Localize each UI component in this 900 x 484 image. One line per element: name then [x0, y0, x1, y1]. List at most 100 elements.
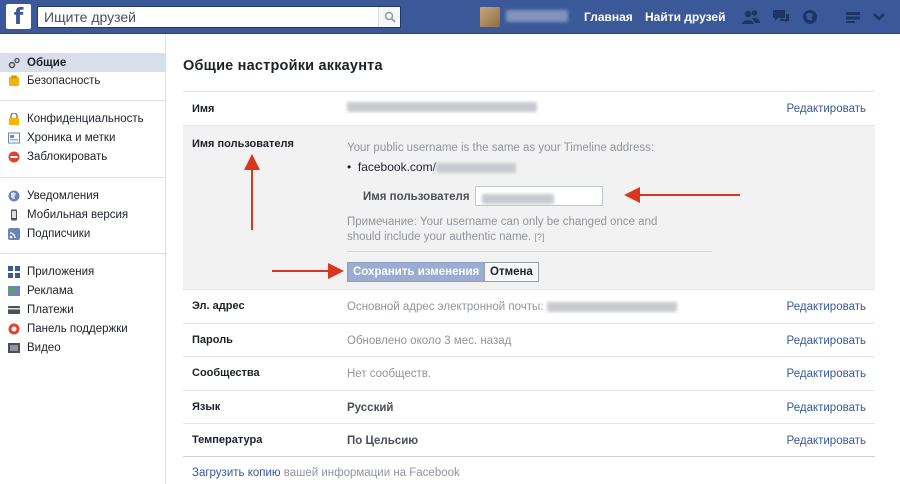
- settings-row-language[interactable]: Язык Русский Редактировать: [183, 390, 875, 423]
- sidebar-item-videos[interactable]: Видео: [0, 338, 165, 357]
- help-link[interactable]: [?]: [534, 232, 544, 242]
- bullet: •: [347, 160, 358, 174]
- apps-icon: [8, 265, 20, 278]
- video-icon: [8, 342, 20, 353]
- username-info-text: Your public username is the same as your…: [347, 142, 655, 154]
- username-note-text: Примечание: Your username can only be ch…: [347, 216, 658, 243]
- sidebar-item-label: Безопасность: [27, 74, 101, 87]
- messages-icon[interactable]: [771, 8, 791, 26]
- mobile-icon: [11, 209, 17, 220]
- friend-requests-icon[interactable]: [741, 8, 761, 26]
- lock-icon: [9, 112, 19, 125]
- settings-sidebar: Общие Безопасность Конфиденциальность Хр…: [0, 34, 166, 484]
- sidebar-item-label: Общие: [27, 56, 67, 69]
- username-note: Примечание: Your username can only be ch…: [347, 215, 692, 245]
- sidebar-item-timeline[interactable]: Хроника и метки: [0, 128, 165, 147]
- search-input[interactable]: [38, 7, 378, 27]
- timeline-url: • facebook.com/: [347, 160, 516, 174]
- sidebar-item-security[interactable]: Безопасность: [0, 71, 165, 90]
- page-title: Общие настройки аккаунта: [183, 58, 383, 74]
- sidebar-item-payments[interactable]: Платежи: [0, 300, 165, 319]
- settings-row-email[interactable]: Эл. адрес Основной адрес электронной поч…: [183, 289, 875, 323]
- facebook-logo[interactable]: f: [6, 4, 31, 29]
- cancel-button[interactable]: Отмена: [484, 262, 539, 282]
- content-divider: [183, 456, 875, 457]
- sidebar-separator: [0, 177, 165, 178]
- settings-row-password[interactable]: Пароль Обновлено около 3 мес. назад Реда…: [183, 323, 875, 356]
- sidebar-item-mobile[interactable]: Мобильная версия: [0, 205, 165, 224]
- account-menu-icon[interactable]: [869, 8, 889, 26]
- sidebar-item-label: Подписчики: [27, 227, 91, 240]
- temperature-value: По Цельсию: [347, 435, 419, 447]
- email-value: Основной адрес электронной почты:: [347, 301, 677, 313]
- row-label: Сообщества: [192, 367, 260, 379]
- password-value: Обновлено около 3 мес. назад: [347, 335, 512, 347]
- shield-icon: [9, 75, 19, 86]
- sidebar-item-notifications[interactable]: Уведомления: [0, 186, 165, 205]
- sidebar-item-label: Конфиденциальность: [27, 112, 144, 125]
- section-divider: [347, 251, 712, 252]
- url-username-blurred: [435, 162, 516, 173]
- nav-home-link[interactable]: Главная: [584, 10, 633, 24]
- settings-row-name[interactable]: Имя Редактировать: [183, 91, 875, 125]
- settings-row-communities[interactable]: Сообщества Нет сообществ. Редактировать: [183, 356, 875, 390]
- row-label: Имя: [192, 103, 215, 115]
- username-field-label: Имя пользователя: [363, 191, 470, 203]
- nav-find-friends-link[interactable]: Найти друзей: [645, 10, 725, 24]
- edit-communities-link[interactable]: Редактировать: [787, 368, 866, 380]
- sidebar-item-label: Уведомления: [27, 189, 99, 202]
- download-copy-suffix: вашей информации на Facebook: [280, 467, 460, 479]
- sidebar-item-blocking[interactable]: Заблокировать: [0, 147, 165, 166]
- edit-email-link[interactable]: Редактировать: [787, 301, 866, 313]
- sidebar-separator: [0, 253, 165, 254]
- sidebar-item-support-inbox[interactable]: Панель поддержки: [0, 319, 165, 338]
- globe-icon: [8, 190, 20, 201]
- sidebar-item-label: Заблокировать: [27, 150, 108, 163]
- sidebar-item-label: Мобильная версия: [27, 208, 129, 221]
- edit-language-link[interactable]: Редактировать: [787, 402, 866, 414]
- sidebar-item-general[interactable]: Общие: [0, 53, 165, 72]
- download-copy-link[interactable]: Загрузить копию: [192, 467, 281, 479]
- edit-temperature-link[interactable]: Редактировать: [787, 435, 866, 447]
- rss-icon: [8, 227, 20, 240]
- avatar[interactable]: [480, 7, 500, 27]
- timeline-icon: [8, 132, 20, 143]
- privacy-shortcuts-icon[interactable]: [843, 8, 863, 26]
- save-changes-button[interactable]: Сохранить изменения: [347, 262, 486, 282]
- sidebar-item-ads[interactable]: Реклама: [0, 281, 165, 300]
- communities-value: Нет сообществ.: [347, 368, 432, 380]
- sidebar-item-label: Хроника и метки: [27, 131, 116, 144]
- email-value-text: Основной адрес электронной почты:: [347, 301, 544, 313]
- language-value: Русский: [347, 402, 394, 414]
- edit-password-link[interactable]: Редактировать: [787, 335, 866, 347]
- row-label: Пароль: [192, 334, 233, 346]
- settings-row-username: Имя пользователя Your public username is…: [183, 125, 875, 289]
- edit-name-link[interactable]: Редактировать: [787, 103, 866, 115]
- sidebar-item-label: Видео: [27, 341, 61, 354]
- download-copy-text: Загрузить копию вашей информации на Face…: [192, 467, 460, 479]
- top-bar: f Главная Найти друзей: [0, 0, 900, 34]
- sidebar-item-label: Панель поддержки: [27, 322, 128, 335]
- search-box: [37, 6, 401, 28]
- row-label: Эл. адрес: [192, 300, 245, 312]
- sidebar-item-apps[interactable]: Приложения: [0, 262, 165, 281]
- support-icon: [8, 323, 20, 334]
- notifications-icon[interactable]: [800, 8, 820, 26]
- search-icon: [384, 11, 396, 23]
- name-value-blurred: [347, 101, 537, 113]
- settings-content: Общие настройки аккаунта Имя Редактирова…: [166, 34, 900, 484]
- sidebar-item-followers[interactable]: Подписчики: [0, 224, 165, 243]
- ads-icon: [8, 285, 20, 296]
- search-button[interactable]: [378, 7, 400, 27]
- sidebar-item-label: Платежи: [27, 303, 74, 316]
- settings-row-temperature[interactable]: Температура По Цельсию Редактировать: [183, 423, 875, 456]
- sidebar-item-label: Приложения: [27, 265, 95, 278]
- sidebar-item-privacy[interactable]: Конфиденциальность: [0, 109, 165, 128]
- row-label: Имя пользователя: [192, 138, 294, 150]
- profile-name-blurred[interactable]: [506, 10, 568, 22]
- sidebar-separator: [0, 100, 165, 101]
- row-label: Язык: [192, 401, 221, 413]
- block-icon: [8, 151, 20, 162]
- username-input[interactable]: [475, 186, 603, 206]
- payments-icon: [8, 305, 20, 314]
